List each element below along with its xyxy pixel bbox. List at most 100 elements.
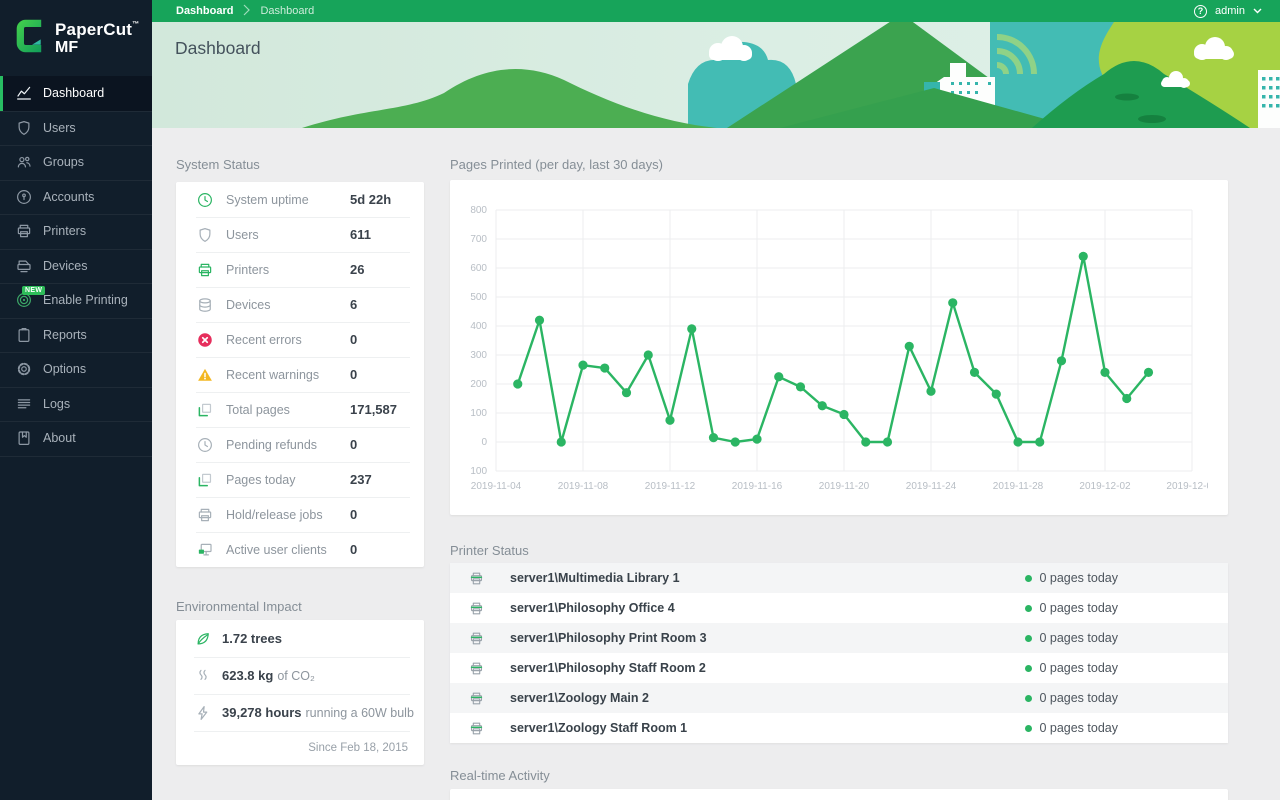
printer-icon [196, 261, 214, 279]
error-icon [196, 331, 214, 349]
chevron-down-icon[interactable] [1253, 8, 1262, 14]
data-point-2019-11-29[interactable] [1035, 437, 1045, 447]
sidebar-item-devices[interactable]: Devices [0, 248, 152, 284]
printer-status: 0 pages today [1025, 661, 1118, 675]
data-point-2019-11-06[interactable] [534, 315, 545, 325]
status-dot-icon [1025, 574, 1033, 582]
data-point-2019-11-11[interactable] [643, 350, 653, 360]
sidebar-item-about[interactable]: About [0, 421, 152, 456]
y-axis-tick: 300 [470, 350, 487, 361]
sidebar-item-printers[interactable]: Printers [0, 214, 152, 249]
environmental-row: 623.8 kg of CO₂ [176, 657, 424, 694]
data-point-2019-11-16[interactable] [752, 434, 762, 444]
reports-icon [14, 325, 34, 345]
realtime-title: Real-time Activity [450, 768, 550, 783]
data-point-2019-12-04[interactable] [1143, 367, 1154, 377]
data-point-2019-11-19[interactable] [817, 401, 827, 411]
sidebar-item-logs[interactable]: Logs [0, 386, 152, 422]
pages-printed-title: Pages Printed (per day, last 30 days) [450, 157, 663, 172]
status-row-pending-refunds: Pending refunds 0 [176, 427, 424, 462]
printer-status-list: server1\Multimedia Library 1 0 pages toda… [450, 563, 1228, 743]
status-dot-icon [1025, 724, 1033, 732]
data-point-2019-11-18[interactable] [795, 382, 806, 392]
data-point-2019-11-25[interactable] [948, 298, 958, 308]
topbar: Dashboard Dashboard ? admin [152, 0, 1280, 22]
breadcrumb-current: Dashboard [260, 5, 315, 17]
y-axis-tick: 0 [481, 437, 487, 448]
breadcrumb-separator-icon [243, 4, 251, 19]
status-row-recent-warnings: Recent warnings 0 [176, 357, 424, 392]
sidebar-item-label: Accounts [43, 189, 95, 204]
environmental-value: 623.8 kg [222, 668, 274, 683]
data-point-2019-11-22[interactable] [882, 437, 893, 447]
printer-row[interactable]: server1\Zoology Staff Room 1 0 pages toda… [450, 713, 1228, 743]
sidebar-item-groups[interactable]: Groups [0, 145, 152, 180]
brand-edition: MF [55, 38, 79, 56]
environmental-since: Since Feb 18, 2015 [176, 731, 424, 765]
data-point-2019-11-27[interactable] [991, 389, 1001, 399]
data-point-2019-12-03[interactable] [1122, 393, 1132, 404]
sidebar-item-enable-printing[interactable]: Enable Printing NEW [0, 283, 152, 318]
y-axis-tick: 800 [470, 205, 487, 216]
data-point-2019-11-08[interactable] [578, 360, 588, 370]
data-point-2019-11-17[interactable] [774, 372, 784, 382]
data-point-2019-11-14[interactable] [708, 433, 719, 443]
data-point-2019-11-13[interactable] [687, 324, 697, 334]
printer-row[interactable]: server1\Philosophy Print Room 3 0 pages t… [450, 623, 1228, 653]
data-point-2019-11-10[interactable] [621, 388, 632, 398]
status-label: Total pages [226, 402, 290, 417]
printer-row-icon [468, 600, 485, 617]
help-icon[interactable]: ? [1194, 4, 1208, 18]
sidebar-item-users[interactable]: Users [0, 110, 152, 146]
shield-icon [196, 226, 214, 244]
data-point-2019-11-12[interactable] [665, 415, 675, 425]
data-point-2019-11-09[interactable] [600, 363, 610, 373]
status-label: Devices [226, 297, 271, 312]
status-row-active-user-clients: Active user clients 0 [176, 532, 424, 567]
environmental-title: Environmental Impact [176, 599, 302, 614]
header-illustration [302, 22, 1280, 128]
data-point-2019-11-26[interactable] [969, 367, 980, 377]
sidebar-item-label: Logs [43, 396, 71, 411]
sidebar-item-dashboard[interactable]: Dashboard [0, 76, 152, 111]
data-point-2019-12-01[interactable] [1078, 251, 1088, 261]
environmental-row: 1.72 trees [176, 620, 424, 657]
data-point-2019-11-21[interactable] [861, 437, 871, 447]
pages-icon [196, 401, 214, 419]
breadcrumb-root[interactable]: Dashboard [176, 5, 233, 17]
sidebar-item-reports[interactable]: Reports [0, 317, 152, 353]
status-label: Users [226, 227, 259, 242]
printer-row[interactable]: server1\Philosophy Staff Room 2 0 pages t… [450, 653, 1228, 683]
user-menu[interactable]: admin [1215, 5, 1245, 17]
sidebar-item-label: Groups [43, 155, 84, 170]
printer-row[interactable]: server1\Philosophy Office 4 0 pages today [450, 593, 1228, 623]
status-value: 237 [350, 472, 372, 487]
sidebar-item-accounts[interactable]: Accounts [0, 179, 152, 215]
data-point-2019-12-02[interactable] [1100, 367, 1110, 377]
groups-icon [14, 152, 34, 172]
page-title: Dashboard [175, 38, 261, 58]
sidebar-item-label: Reports [43, 327, 87, 342]
printer-row[interactable]: server1\Multimedia Library 1 0 pages toda… [450, 563, 1228, 593]
trademark: ™ [132, 21, 140, 28]
status-row-recent-errors: Recent errors 0 [176, 322, 424, 357]
data-point-2019-11-30[interactable] [1056, 356, 1067, 366]
sidebar-item-options[interactable]: Options [0, 352, 152, 387]
data-point-2019-11-15[interactable] [730, 437, 740, 447]
printer-name: server1\Philosophy Print Room 3 [510, 631, 707, 645]
x-axis-tick: 2019-11-08 [558, 481, 609, 492]
pages-icon [196, 471, 214, 489]
data-point-2019-11-23[interactable] [904, 341, 914, 351]
data-point-2019-11-05[interactable] [513, 379, 523, 389]
papercut-logo[interactable]: PaperCut™ MF [0, 0, 152, 60]
data-point-2019-11-24[interactable] [926, 386, 936, 396]
printer-status-text: 0 pages today [1039, 721, 1118, 735]
data-point-2019-11-20[interactable] [839, 409, 849, 420]
printer-status-text: 0 pages today [1039, 661, 1118, 675]
data-point-2019-11-28[interactable] [1013, 437, 1023, 447]
data-point-2019-11-07[interactable] [556, 437, 566, 447]
status-row-users: Users 611 [176, 217, 424, 252]
printer-row[interactable]: server1\Zoology Main 2 0 pages today [450, 683, 1228, 713]
clients-icon [196, 541, 214, 559]
bolt-icon [194, 704, 212, 722]
